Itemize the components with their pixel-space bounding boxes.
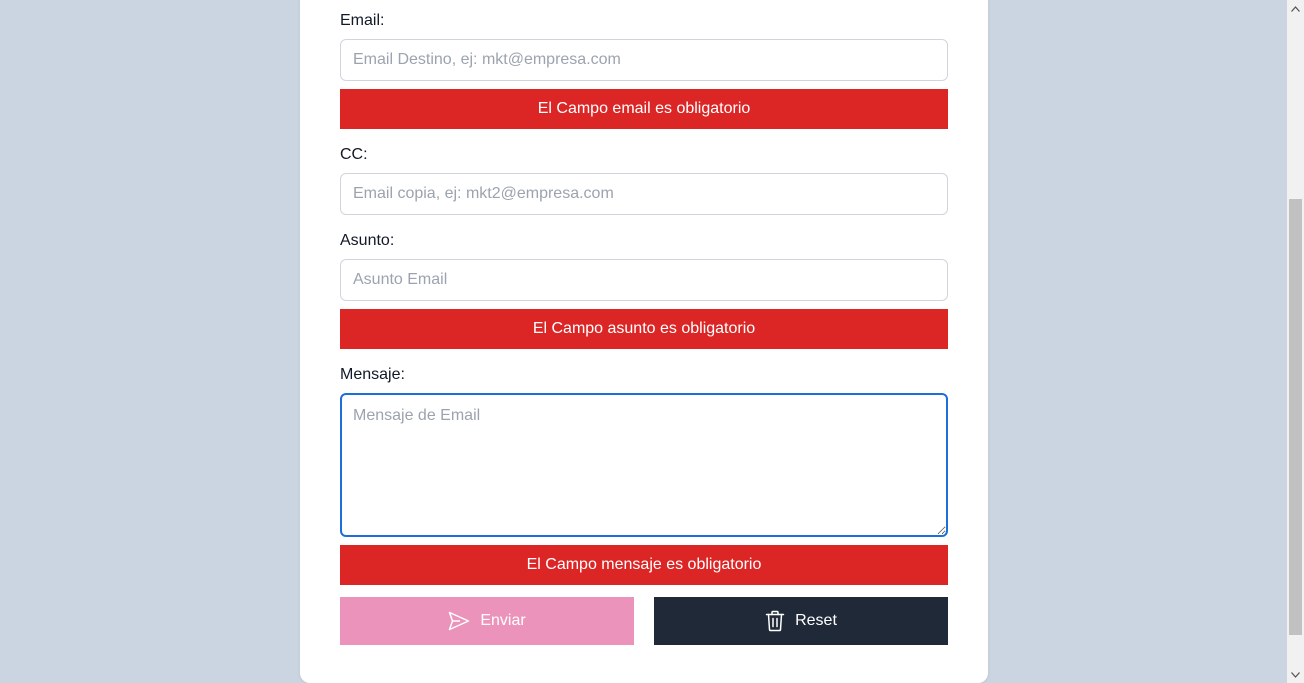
trash-icon [765, 610, 785, 632]
message-textarea[interactable] [340, 393, 948, 537]
send-button-label: Enviar [480, 612, 526, 629]
scroll-down-arrow-icon[interactable] [1287, 666, 1304, 683]
reset-button-label: Reset [795, 612, 837, 629]
message-error-message: El Campo mensaje es obligatorio [340, 545, 948, 585]
scroll-up-arrow-icon[interactable] [1287, 0, 1304, 17]
cc-input[interactable] [340, 173, 948, 215]
paper-plane-icon [448, 611, 470, 631]
scrollbar-thumb[interactable] [1289, 199, 1302, 635]
subject-label: Asunto: [340, 232, 395, 249]
page: Email: El Campo email es obligatorio CC:… [0, 0, 1304, 683]
email-label: Email: [340, 12, 385, 29]
email-input[interactable] [340, 39, 948, 81]
send-button[interactable]: Enviar [340, 597, 634, 645]
reset-button[interactable]: Reset [654, 597, 948, 645]
cc-label: CC: [340, 146, 368, 163]
message-label: Mensaje: [340, 366, 405, 383]
subject-error-message: El Campo asunto es obligatorio [340, 309, 948, 349]
vertical-scrollbar[interactable] [1287, 0, 1304, 683]
email-error-message: El Campo email es obligatorio [340, 89, 948, 129]
subject-input[interactable] [340, 259, 948, 301]
